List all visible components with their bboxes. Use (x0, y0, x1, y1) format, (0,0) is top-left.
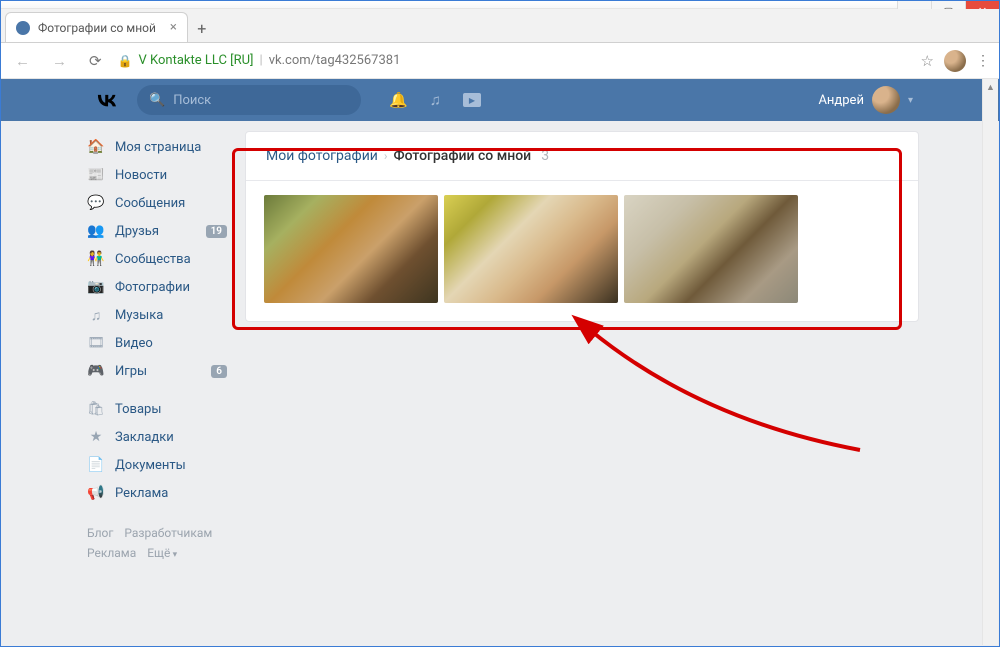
browser-menu-button[interactable]: ⋮ (976, 53, 991, 69)
sidebar-item-friends[interactable]: 👥 Друзья 19 (81, 217, 231, 245)
breadcrumb-current: Фотографии со мной (393, 148, 531, 164)
sidebar-item-music[interactable]: ♫ Музыка (81, 301, 231, 329)
tab-strip: Фотографии со мной × + (1, 9, 999, 43)
bookmark-star-icon[interactable]: ☆ (921, 52, 934, 70)
photo-icon: 📷 (87, 278, 105, 296)
sidebar-badge: 6 (211, 365, 227, 378)
sidebar-item-label: Музыка (115, 308, 163, 323)
sidebar-item-msg[interactable]: 💬 Сообщения (81, 189, 231, 217)
footer-ads-link[interactable]: Реклама (87, 546, 136, 560)
sidebar-item-label: Реклама (115, 486, 168, 501)
sidebar-item-news[interactable]: 📰 Новости (81, 161, 231, 189)
breadcrumb-root-link[interactable]: Мои фотографии (266, 148, 378, 164)
chevron-right-icon: › (384, 149, 388, 163)
sidebar-item-groups[interactable]: 👫 Сообщества (81, 245, 231, 273)
footer-more-link[interactable]: Ещё (147, 546, 177, 560)
search-icon: 🔍 (149, 93, 165, 108)
video-icon: 🎞 (87, 334, 105, 352)
sidebar-item-fav[interactable]: ★ Закладки (81, 423, 231, 451)
msg-icon: 💬 (87, 194, 105, 212)
browser-tab[interactable]: Фотографии со мной × (5, 12, 188, 42)
header-user-menu[interactable]: Андрей ▾ (818, 86, 913, 114)
sidebar-item-label: Новости (115, 168, 167, 183)
tab-close-button[interactable]: × (170, 20, 177, 35)
url-company: V Kontakte LLC [RU] (139, 53, 254, 68)
search-placeholder: Поиск (173, 93, 211, 108)
footer-devs-link[interactable]: Разработчикам (124, 526, 212, 540)
lock-icon: 🔒 (118, 54, 133, 68)
profile-avatar-button[interactable] (944, 50, 966, 72)
sidebar-item-home[interactable]: 🏠 Моя страница (81, 133, 231, 161)
photo-thumbnail[interactable] (624, 195, 798, 303)
scrollbar[interactable]: ▲ (982, 79, 998, 645)
sidebar-footer: Блог Разработчикам Реклама Ещё (81, 523, 231, 564)
market-icon: 🛍 (87, 400, 105, 418)
notifications-icon[interactable]: 🔔 (389, 91, 408, 109)
docs-icon: 📄 (87, 456, 105, 474)
games-icon: 🎮 (87, 362, 105, 380)
nav-back-button[interactable]: ← (9, 48, 36, 74)
sidebar-item-label: Моя страница (115, 140, 201, 155)
play-button-icon[interactable]: ▶ (463, 93, 481, 107)
sidebar-item-label: Документы (115, 458, 186, 473)
photo-thumbnail[interactable] (444, 195, 618, 303)
sidebar-item-label: Видео (115, 336, 153, 351)
sidebar-item-label: Фотографии (115, 280, 190, 295)
sidebar-item-ads[interactable]: 📢 Реклама (81, 479, 231, 507)
window-titlebar (1, 1, 999, 9)
groups-icon: 👫 (87, 250, 105, 268)
sidebar-item-games[interactable]: 🎮 Игры 6 (81, 357, 231, 385)
nav-forward-button[interactable]: → (46, 48, 73, 74)
address-bar[interactable]: 🔒 V Kontakte LLC [RU] | vk.com/tag432567… (118, 53, 911, 68)
new-tab-button[interactable]: + (188, 14, 216, 42)
tab-title: Фотографии со мной (38, 21, 156, 35)
sidebar: 🏠 Моя страница 📰 Новости 💬 Сообщения 👥 Друзья 19… (81, 131, 231, 646)
sidebar-item-label: Игры (115, 364, 147, 379)
chevron-down-icon: ▾ (908, 95, 913, 106)
sidebar-item-video[interactable]: 🎞 Видео (81, 329, 231, 357)
sidebar-item-label: Сообщения (115, 196, 185, 211)
sidebar-item-market[interactable]: 🛍 Товары (81, 395, 231, 423)
vk-logo[interactable] (93, 86, 121, 114)
breadcrumb: Мои фотографии › Фотографии со мной 3 (246, 132, 918, 181)
ads-icon: 📢 (87, 484, 105, 502)
friends-icon: 👥 (87, 222, 105, 240)
photo-count: 3 (541, 148, 549, 164)
header-username: Андрей (818, 93, 864, 108)
music-player-icon[interactable]: ♫ (430, 91, 441, 109)
photo-thumbnail[interactable] (264, 195, 438, 303)
music-icon: ♫ (87, 306, 105, 324)
sidebar-item-label: Закладки (115, 430, 174, 445)
footer-blog-link[interactable]: Блог (87, 526, 113, 540)
url-text: vk.com/tag432567381 (269, 53, 401, 68)
vk-favicon (16, 21, 30, 35)
sidebar-item-label: Сообщества (115, 252, 191, 267)
sidebar-item-label: Товары (115, 402, 161, 417)
home-icon: 🏠 (87, 138, 105, 156)
scroll-up-icon[interactable]: ▲ (983, 79, 998, 95)
header-avatar (872, 86, 900, 114)
photos-panel: Мои фотографии › Фотографии со мной 3 (245, 131, 919, 322)
sidebar-item-docs[interactable]: 📄 Документы (81, 451, 231, 479)
sidebar-badge: 19 (206, 225, 227, 238)
news-icon: 📰 (87, 166, 105, 184)
header-search[interactable]: 🔍 Поиск (137, 85, 361, 115)
nav-reload-button[interactable]: ⟳ (83, 48, 108, 74)
sidebar-item-label: Друзья (115, 224, 159, 239)
sidebar-item-photo[interactable]: 📷 Фотографии (81, 273, 231, 301)
fav-icon: ★ (87, 428, 105, 446)
